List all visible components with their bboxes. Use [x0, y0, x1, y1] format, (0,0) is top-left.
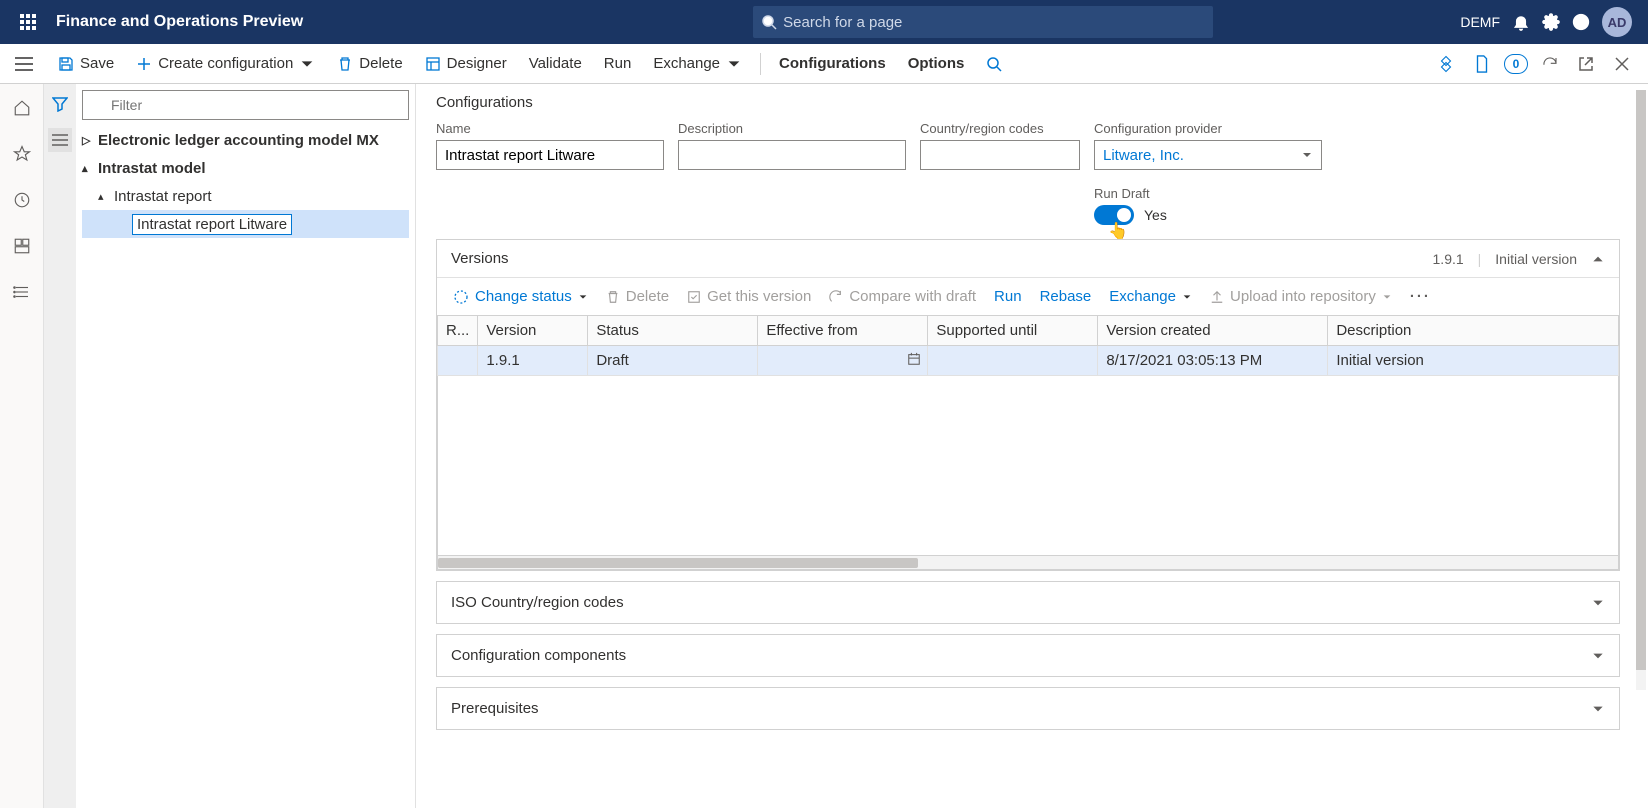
waffle-icon[interactable]	[8, 14, 48, 30]
create-config-button[interactable]: Create configuration	[126, 49, 325, 78]
company-code[interactable]: DEMF	[1460, 14, 1500, 30]
country-input[interactable]	[920, 140, 1080, 170]
recent-icon[interactable]	[8, 186, 36, 214]
exchange-button[interactable]: Exchange	[643, 49, 752, 78]
search-box[interactable]: Search for a page	[753, 6, 1213, 38]
nav-sidebar: ▷Electronic ledger accounting model MX ▴…	[44, 84, 416, 808]
app-title: Finance and Operations Preview	[56, 13, 506, 31]
tree-item-selected[interactable]: Intrastat report Litware	[82, 210, 409, 238]
help-icon[interactable]	[1572, 13, 1590, 31]
delete-button[interactable]: Delete	[327, 49, 412, 78]
refresh-icon[interactable]	[1536, 50, 1564, 78]
workspace-icon[interactable]	[8, 232, 36, 260]
rebase-button[interactable]: Rebase	[1034, 284, 1098, 309]
description-input[interactable]	[678, 140, 906, 170]
vertical-scrollbar[interactable]	[1636, 90, 1646, 690]
gear-icon[interactable]	[1542, 13, 1560, 31]
col-supported[interactable]: Supported until	[928, 316, 1098, 346]
config-tree: ▷Electronic ledger accounting model MX ▴…	[82, 126, 409, 238]
rundraft-value: Yes	[1144, 207, 1167, 223]
version-delete-button[interactable]: Delete	[600, 284, 675, 309]
compare-button[interactable]: Compare with draft	[823, 284, 982, 309]
diamond-icon[interactable]	[1432, 50, 1460, 78]
get-version-button[interactable]: Get this version	[681, 284, 817, 309]
more-icon[interactable]: ···	[1404, 288, 1437, 305]
tree-item[interactable]: ▴Intrastat report	[82, 182, 409, 210]
search-action-icon[interactable]	[976, 50, 1012, 78]
run-button[interactable]: Run	[594, 49, 642, 78]
provider-label: Configuration provider	[1094, 121, 1322, 136]
home-icon[interactable]	[8, 94, 36, 122]
chevron-down-icon[interactable]: ▴	[98, 190, 114, 203]
versions-table: R... Version Status Effective from Suppo…	[437, 315, 1619, 376]
version-run-button[interactable]: Run	[988, 284, 1028, 309]
notification-badge[interactable]: 0	[1504, 54, 1528, 74]
tree-item[interactable]: ▴Intrastat model	[82, 154, 409, 182]
popout-icon[interactable]	[1572, 50, 1600, 78]
filter-strip-icon[interactable]	[48, 92, 72, 116]
left-rail	[0, 84, 44, 808]
col-status[interactable]: Status	[588, 316, 758, 346]
validate-button[interactable]: Validate	[519, 49, 592, 78]
horizontal-scrollbar[interactable]	[437, 556, 1619, 570]
prerequisites-section[interactable]: Prerequisites	[436, 687, 1620, 730]
versions-summary-version: 1.9.1	[1433, 251, 1464, 267]
versions-summary-desc: Initial version	[1495, 251, 1577, 267]
main-content: Configurations Name Description Country/…	[416, 84, 1648, 808]
cursor-icon: 👆	[1108, 221, 1128, 241]
col-created[interactable]: Version created	[1098, 316, 1328, 346]
col-r[interactable]: R...	[438, 316, 478, 346]
chevron-down-icon[interactable]: ▴	[82, 162, 98, 175]
upload-button[interactable]: Upload into repository	[1204, 284, 1398, 309]
designer-button[interactable]: Designer	[415, 49, 517, 78]
list-strip-icon[interactable]	[48, 128, 72, 152]
tree-filter-input[interactable]	[82, 90, 409, 120]
collapse-icon[interactable]	[1591, 252, 1605, 266]
bell-icon[interactable]	[1512, 13, 1530, 31]
table-row[interactable]: 1.9.1 Draft 8/17/2021 03:05:13 PM Initia…	[438, 346, 1619, 376]
rundraft-toggle[interactable]: 👆	[1094, 205, 1134, 225]
avatar[interactable]: AD	[1602, 7, 1632, 37]
top-bar: Finance and Operations Preview Search fo…	[0, 0, 1648, 44]
search-placeholder: Search for a page	[783, 14, 902, 31]
action-bar: Save Create configuration Delete Designe…	[0, 44, 1648, 84]
version-exchange-button[interactable]: Exchange	[1103, 284, 1198, 309]
modules-icon[interactable]	[8, 278, 36, 306]
configurations-tab[interactable]: Configurations	[769, 49, 896, 78]
description-label: Description	[678, 121, 906, 136]
page-title: Configurations	[436, 94, 1620, 111]
tree-item[interactable]: ▷Electronic ledger accounting model MX	[82, 126, 409, 154]
hamburger-icon[interactable]	[4, 57, 44, 71]
col-version[interactable]: Version	[478, 316, 588, 346]
rundraft-label: Run Draft	[1094, 186, 1322, 201]
components-section[interactable]: Configuration components	[436, 634, 1620, 677]
change-status-button[interactable]: Change status	[447, 284, 594, 309]
options-tab[interactable]: Options	[898, 49, 975, 78]
name-label: Name	[436, 121, 664, 136]
chevron-right-icon[interactable]: ▷	[82, 134, 98, 147]
close-icon[interactable]	[1608, 50, 1636, 78]
save-button[interactable]: Save	[48, 49, 124, 78]
provider-select[interactable]: Litware, Inc.	[1094, 140, 1322, 170]
calendar-icon[interactable]	[907, 352, 921, 366]
iso-section[interactable]: ISO Country/region codes	[436, 581, 1620, 624]
versions-title: Versions	[451, 250, 509, 267]
page-icon[interactable]	[1468, 50, 1496, 78]
col-description[interactable]: Description	[1328, 316, 1619, 346]
versions-section: Versions 1.9.1 | Initial version Change …	[436, 239, 1620, 571]
country-label: Country/region codes	[920, 121, 1080, 136]
col-effective[interactable]: Effective from	[758, 316, 928, 346]
name-input[interactable]	[436, 140, 664, 170]
star-icon[interactable]	[8, 140, 36, 168]
